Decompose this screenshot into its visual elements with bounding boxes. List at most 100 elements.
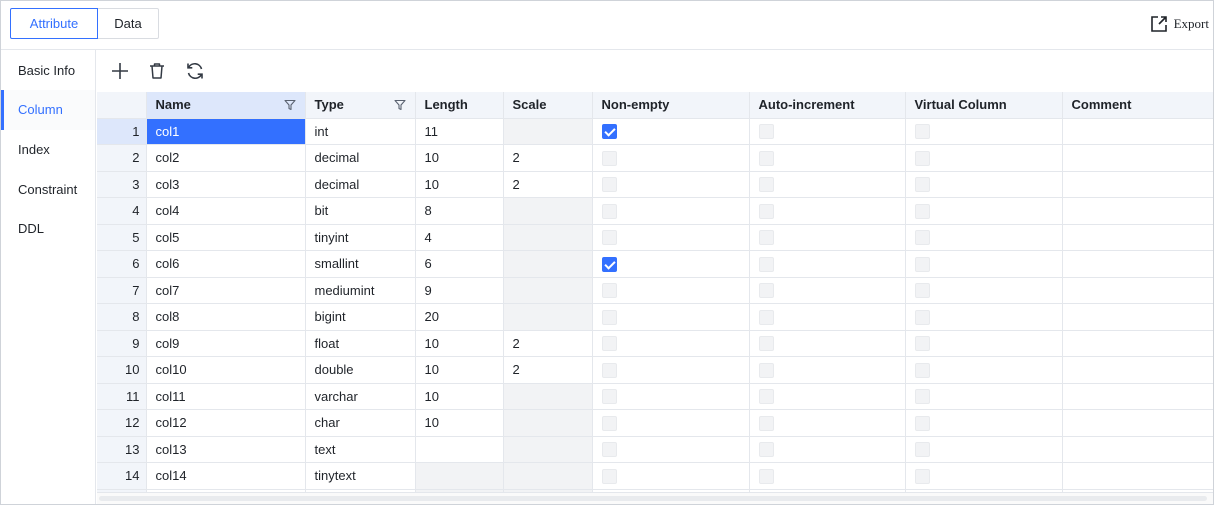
table-row[interactable]: 6 col6 smallint 6	[97, 250, 1213, 278]
table-row[interactable]: 5 col5 tinyint 4	[97, 224, 1213, 251]
name-cell[interactable]: col4	[146, 197, 306, 225]
column-header-non-empty[interactable]: Non-empty	[592, 92, 750, 119]
scale-cell[interactable]: 2	[503, 144, 593, 172]
sidebar-item-column[interactable]: Column	[1, 90, 95, 130]
scale-cell[interactable]	[503, 383, 593, 410]
table-row[interactable]: 2 col2 decimal 10 2	[97, 144, 1213, 172]
scale-cell[interactable]: 2	[503, 356, 593, 384]
length-cell[interactable]	[415, 462, 504, 490]
comment-cell[interactable]	[1062, 144, 1213, 172]
virtual-column-checkbox[interactable]	[914, 230, 930, 246]
comment-cell[interactable]	[1062, 356, 1213, 384]
filter-icon[interactable]	[283, 99, 296, 111]
name-cell[interactable]: col5	[146, 224, 306, 251]
length-cell[interactable]	[415, 436, 504, 463]
name-cell[interactable]: col10	[146, 356, 306, 384]
table-row[interactable]: 9 col9 float 10 2	[97, 330, 1213, 357]
virtual-column-checkbox[interactable]	[914, 468, 930, 484]
name-cell[interactable]: col1	[146, 118, 306, 145]
non-empty-checkbox[interactable]	[601, 256, 617, 272]
virtual-column-checkbox[interactable]	[914, 283, 930, 299]
column-header-virtual-column[interactable]: Virtual Column	[905, 92, 1063, 119]
virtual-column-checkbox[interactable]	[914, 256, 930, 272]
name-cell[interactable]: col8	[146, 303, 306, 331]
non-empty-checkbox[interactable]	[601, 124, 617, 140]
scale-cell[interactable]: 2	[503, 171, 593, 198]
non-empty-checkbox[interactable]	[601, 150, 617, 166]
table-row[interactable]: 14 col14 tinytext	[97, 462, 1213, 490]
sidebar-item-basic-info[interactable]: Basic Info	[1, 51, 95, 91]
comment-cell[interactable]	[1062, 250, 1213, 278]
column-header-comment[interactable]: Comment	[1062, 92, 1213, 119]
scale-cell[interactable]	[503, 277, 593, 304]
column-header-name[interactable]: Name	[146, 92, 306, 119]
comment-cell[interactable]	[1062, 118, 1213, 145]
type-cell[interactable]: int	[305, 118, 416, 145]
export-button[interactable]: Export	[1150, 13, 1209, 35]
virtual-column-checkbox[interactable]	[914, 124, 930, 140]
non-empty-checkbox[interactable]	[601, 468, 617, 484]
auto-increment-checkbox[interactable]	[758, 283, 774, 299]
virtual-column-checkbox[interactable]	[914, 336, 930, 352]
scale-cell[interactable]	[503, 197, 593, 225]
sidebar-item-constraint[interactable]: Constraint	[1, 170, 95, 210]
table-row[interactable]: 12 col12 char 10	[97, 409, 1213, 437]
comment-cell[interactable]	[1062, 330, 1213, 357]
auto-increment-checkbox[interactable]	[758, 230, 774, 246]
length-cell[interactable]: 10	[415, 356, 504, 384]
non-empty-checkbox[interactable]	[601, 230, 617, 246]
type-cell[interactable]: bigint	[305, 303, 416, 331]
length-cell[interactable]: 10	[415, 409, 504, 437]
non-empty-checkbox[interactable]	[601, 177, 617, 193]
length-cell[interactable]: 4	[415, 224, 504, 251]
length-cell[interactable]: 9	[415, 277, 504, 304]
auto-increment-checkbox[interactable]	[758, 309, 774, 325]
virtual-column-checkbox[interactable]	[914, 362, 930, 378]
table-row[interactable]: 1 col1 int 11	[97, 118, 1213, 145]
name-cell[interactable]: col12	[146, 409, 306, 437]
column-header-auto-increment[interactable]: Auto-increment	[749, 92, 906, 119]
sidebar-item-ddl[interactable]: DDL	[1, 209, 95, 249]
auto-increment-checkbox[interactable]	[758, 177, 774, 193]
auto-increment-checkbox[interactable]	[758, 150, 774, 166]
table-row[interactable]: 8 col8 bigint 20	[97, 303, 1213, 331]
table-row[interactable]: 13 col13 text	[97, 436, 1213, 463]
auto-increment-checkbox[interactable]	[758, 362, 774, 378]
non-empty-checkbox[interactable]	[601, 389, 617, 405]
scale-cell[interactable]	[503, 250, 593, 278]
length-cell[interactable]: 11	[415, 118, 504, 145]
scale-cell[interactable]	[503, 436, 593, 463]
auto-increment-checkbox[interactable]	[758, 336, 774, 352]
name-cell[interactable]: col2	[146, 144, 306, 172]
auto-increment-checkbox[interactable]	[758, 256, 774, 272]
virtual-column-checkbox[interactable]	[914, 415, 930, 431]
auto-increment-checkbox[interactable]	[758, 442, 774, 458]
scale-cell[interactable]	[503, 224, 593, 251]
table-row[interactable]: 7 col7 mediumint 9	[97, 277, 1213, 304]
type-cell[interactable]: mediumint	[305, 277, 416, 304]
comment-cell[interactable]	[1062, 224, 1213, 251]
non-empty-checkbox[interactable]	[601, 309, 617, 325]
delete-column-button[interactable]	[146, 60, 168, 82]
auto-increment-checkbox[interactable]	[758, 389, 774, 405]
column-header-length[interactable]: Length	[415, 92, 504, 119]
virtual-column-checkbox[interactable]	[914, 177, 930, 193]
auto-increment-checkbox[interactable]	[758, 468, 774, 484]
type-cell[interactable]: decimal	[305, 144, 416, 172]
type-cell[interactable]: float	[305, 330, 416, 357]
comment-cell[interactable]	[1062, 197, 1213, 225]
column-header-scale[interactable]: Scale	[503, 92, 593, 119]
comment-cell[interactable]	[1062, 409, 1213, 437]
comment-cell[interactable]	[1062, 277, 1213, 304]
scale-cell[interactable]	[503, 118, 593, 145]
type-cell[interactable]: smallint	[305, 250, 416, 278]
type-cell[interactable]: char	[305, 409, 416, 437]
comment-cell[interactable]	[1062, 171, 1213, 198]
table-row[interactable]: 4 col4 bit 8	[97, 197, 1213, 225]
tab-attribute[interactable]: Attribute	[10, 8, 98, 39]
length-cell[interactable]: 10	[415, 144, 504, 172]
table-row[interactable]: 3 col3 decimal 10 2	[97, 171, 1213, 198]
add-column-button[interactable]	[109, 60, 131, 82]
comment-cell[interactable]	[1062, 383, 1213, 410]
table-row[interactable]: 10 col10 double 10 2	[97, 356, 1213, 384]
